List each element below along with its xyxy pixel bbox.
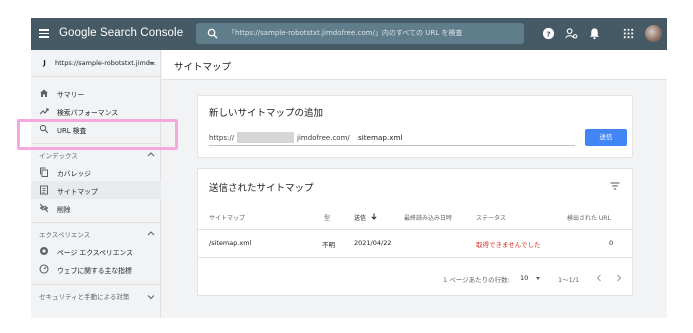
sidebar-item-page-experience[interactable]: ページ エクスペリエンス <box>31 242 161 260</box>
chevron-up-icon[interactable] <box>147 230 155 236</box>
sidebar: J https://sample-robotstxt.jimd... サマリー … <box>31 50 161 318</box>
cell-sitemap[interactable]: /sitemap.xml <box>209 239 251 247</box>
section-index-label[interactable]: インデックス <box>39 150 78 160</box>
section-security-label[interactable]: セキュリティと手動による対策 <box>39 291 129 301</box>
column-header-submitted[interactable]: 送信 <box>354 213 366 222</box>
sidebar-item-label: サマリー <box>57 91 85 99</box>
column-header-type[interactable]: 型 <box>324 213 330 222</box>
column-header-last-read[interactable]: 最終読み込み日時 <box>404 213 452 222</box>
table-divider <box>198 257 632 258</box>
search-placeholder: 「https://sample-robotstxt.jimdofree.com/… <box>228 29 463 37</box>
property-badge: J <box>43 59 46 67</box>
copy-icon <box>40 167 48 177</box>
cell-type: 不明 <box>322 241 335 249</box>
search-icon <box>207 28 218 39</box>
redacted-subdomain <box>237 132 294 143</box>
gauge-icon <box>39 264 49 274</box>
submit-button[interactable]: 送信 <box>585 129 627 146</box>
svg-text:?: ? <box>546 29 550 38</box>
sidebar-item-coverage[interactable]: カバレッジ <box>31 163 161 181</box>
app-title[interactable]: Google Search Console <box>59 27 183 39</box>
section-experience-label[interactable]: エクスペリエンス <box>39 229 90 239</box>
url-prefix: https:// <box>209 134 235 142</box>
sidebar-item-label: カバレッジ <box>57 170 91 178</box>
sidebar-item-label: ページ エクスペリエンス <box>57 249 133 257</box>
bell-icon[interactable] <box>588 27 601 40</box>
page-range: 1〜1/1 <box>558 276 580 284</box>
cell-submitted: 2021/04/22 <box>354 239 392 247</box>
chevron-down-icon[interactable] <box>536 277 540 280</box>
home-icon <box>40 89 48 97</box>
cell-discovered-urls: 0 <box>609 239 614 247</box>
trending-icon <box>39 108 49 115</box>
menu-icon[interactable] <box>39 29 49 38</box>
sidebar-item-summary[interactable]: サマリー <box>31 84 161 102</box>
submitted-sitemaps-title: 送信されたサイトマップ <box>209 183 314 194</box>
add-sitemap-title: 新しいサイトマップの追加 <box>209 108 324 119</box>
search-console-window: Google Search Console 「https://sample-ro… <box>31 18 667 318</box>
chevron-right-icon[interactable] <box>616 274 622 282</box>
column-header-discovered-urls[interactable]: 検出された URL <box>567 213 611 222</box>
avatar[interactable] <box>645 25 662 42</box>
sidebar-item-performance[interactable]: 検索パフォーマンス <box>31 102 161 120</box>
account-settings-icon[interactable] <box>565 27 578 40</box>
sidebar-item-label: サイトマップ <box>57 188 98 196</box>
rows-per-page-label: 1 ページあたりの行数: <box>443 276 510 284</box>
main-content: サイトマップ 新しいサイトマップの追加 https:// jimdofree.c… <box>162 50 667 318</box>
star-circle-icon <box>40 247 48 255</box>
add-sitemap-card: 新しいサイトマップの追加 https:// jimdofree.com/ sit… <box>197 95 633 158</box>
property-selector[interactable]: J https://sample-robotstxt.jimd... <box>31 50 161 77</box>
divider <box>31 284 161 285</box>
column-header-status[interactable]: ステータス <box>476 213 506 222</box>
chevron-up-icon[interactable] <box>147 151 155 157</box>
help-icon[interactable]: ? <box>542 27 555 40</box>
sidebar-item-label: ウェブに関する主な指標 <box>57 267 132 275</box>
cell-status: 取得できませんでした <box>476 241 541 249</box>
sitemap-icon <box>40 185 48 195</box>
divider <box>31 222 161 223</box>
rows-per-page-select[interactable]: 10 <box>520 274 528 282</box>
arrow-down-icon <box>371 213 377 220</box>
sidebar-item-removals[interactable]: 削除 <box>31 199 161 217</box>
submitted-sitemaps-card: 送信されたサイトマップ サイトマップ 型 送信 最終読み込み日時 ステータス 検… <box>197 168 633 296</box>
eye-off-icon <box>39 203 49 213</box>
highlight-box <box>17 119 178 150</box>
page-title: サイトマップ <box>174 62 232 73</box>
sidebar-item-sitemaps[interactable]: サイトマップ <box>31 181 161 199</box>
table-divider <box>198 229 632 230</box>
sitemap-url-input[interactable]: sitemap.xml <box>358 133 403 142</box>
chevron-down-icon <box>149 62 155 65</box>
input-underline <box>209 145 575 146</box>
chevron-left-icon[interactable] <box>596 274 602 282</box>
filter-icon[interactable] <box>610 182 620 190</box>
url-inspect-search-input[interactable]: 「https://sample-robotstxt.jimdofree.com/… <box>196 23 524 44</box>
sidebar-item-label: 削除 <box>57 206 71 214</box>
sidebar-item-core-web-vitals[interactable]: ウェブに関する主な指標 <box>31 260 161 278</box>
property-url: https://sample-robotstxt.jimd... <box>55 59 157 67</box>
url-domain: jimdofree.com/ <box>297 134 350 142</box>
chevron-down-icon[interactable] <box>147 294 155 300</box>
sidebar-item-label: 検索パフォーマンス <box>57 109 119 117</box>
top-app-bar: Google Search Console 「https://sample-ro… <box>31 18 667 50</box>
page-header: サイトマップ <box>162 50 667 80</box>
apps-icon[interactable] <box>622 27 635 40</box>
column-header-sitemap[interactable]: サイトマップ <box>209 213 245 222</box>
